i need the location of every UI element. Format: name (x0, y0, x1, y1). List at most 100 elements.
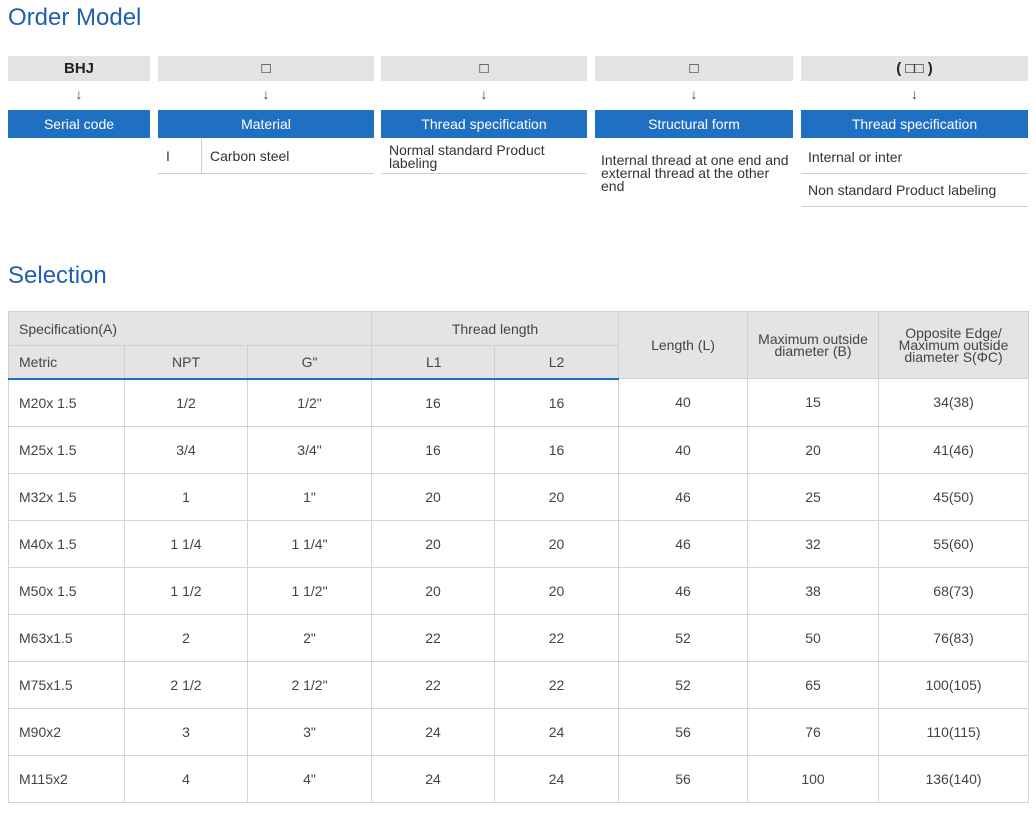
material-name: Carbon steel (210, 148, 290, 164)
table-cell: 2 (124, 613, 248, 662)
label-structural-form: Structural form (595, 110, 793, 138)
table-row: M90x2 3 3" 24 24 56 76 110(115) (8, 707, 1030, 756)
table-cell: 3/4" (246, 425, 373, 474)
table-row: M50x 1.5 1 1/2 1 1/2" 20 20 46 38 68(73) (8, 566, 1030, 615)
table-row: M25x 1.5 3/4 3/4" 16 16 40 20 41(46) (8, 425, 1030, 474)
table-cell: 3" (246, 707, 373, 756)
header-length: Length (L) (618, 311, 749, 379)
arrow-down-icon: ↓ (911, 86, 918, 102)
header-metric: Metric (8, 345, 125, 380)
table-cell: 56 (618, 754, 749, 803)
table-row: M40x 1.5 1 1/4 1 1/4" 20 20 46 32 55(60) (8, 519, 1030, 568)
selection-title: Selection (8, 262, 107, 289)
thread-spec-underline (381, 173, 587, 174)
thread-spec2-option-2: Non standard Product labeling (808, 182, 997, 198)
arrow-down-icon: ↓ (480, 86, 488, 102)
table-cell: 3 (124, 707, 248, 756)
table-cell: 38 (747, 566, 880, 615)
table-cell: 50 (747, 613, 880, 662)
table-cell: M115x2 (8, 754, 125, 803)
table-cell: 1 1/2 (124, 566, 248, 615)
table-cell: 45(50) (878, 472, 1030, 521)
header-thread-length: Thread length (371, 311, 620, 346)
table-cell: 24 (371, 754, 496, 803)
table-cell: 41(46) (878, 425, 1030, 474)
table-cell: 2 1/2 (124, 660, 248, 709)
label-serial-code: Serial code (8, 110, 150, 138)
table-cell: 16 (494, 425, 620, 474)
table-cell: M90x2 (8, 707, 125, 756)
table-cell: 16 (371, 425, 496, 474)
table-cell: 22 (494, 660, 620, 709)
table-cell: 2 1/2" (246, 660, 373, 709)
table-cell: 100 (747, 754, 880, 803)
table-row: M20x 1.5 1/2 1/2" 16 16 40 15 34(38) (8, 378, 1030, 427)
table-cell: 20 (494, 472, 620, 521)
header-g: G" (246, 345, 373, 380)
table-cell: M25x 1.5 (8, 425, 125, 474)
table-cell: 136(140) (878, 754, 1030, 803)
table-cell: 100(105) (878, 660, 1030, 709)
structural-option: Internal thread at one end and external … (601, 152, 789, 194)
label-thread-spec: Thread specification (381, 110, 587, 138)
table-cell: 52 (618, 613, 749, 662)
table-cell: 20 (494, 566, 620, 615)
table-cell: 1 1/2" (246, 566, 373, 615)
table-cell: 4 (124, 754, 248, 803)
order-model-title: Order Model (8, 4, 142, 31)
code-thread-spec-2: ( □□ ) (801, 56, 1028, 81)
thread-spec2-underline (801, 206, 1028, 207)
material-divider (201, 139, 202, 173)
code-structural: □ (595, 56, 793, 81)
table-cell: M50x 1.5 (8, 566, 125, 615)
table-cell: 1 (124, 472, 248, 521)
arrow-down-icon: ↓ (690, 86, 698, 102)
table-cell: 56 (618, 707, 749, 756)
table-cell: 2" (246, 613, 373, 662)
table-cell: 22 (494, 613, 620, 662)
header-npt: NPT (124, 345, 248, 380)
table-cell: 76(83) (878, 613, 1030, 662)
table-cell: 15 (747, 378, 880, 427)
table-cell: M32x 1.5 (8, 472, 125, 521)
table-row: M75x1.5 2 1/2 2 1/2" 22 22 52 65 100(105) (8, 660, 1030, 709)
table-cell: 52 (618, 660, 749, 709)
table-cell: 1" (246, 472, 373, 521)
table-cell: 32 (747, 519, 880, 568)
table-cell: 40 (618, 425, 749, 474)
table-cell: 40 (618, 378, 749, 427)
table-cell: M75x1.5 (8, 660, 125, 709)
table-cell: 16 (371, 378, 496, 427)
table-cell: M63x1.5 (8, 613, 125, 662)
table-cell: 22 (371, 660, 496, 709)
arrow-down-icon: ↓ (262, 86, 270, 102)
table-cell: 24 (494, 707, 620, 756)
header-l1: L1 (371, 345, 496, 380)
label-material: Material (158, 110, 374, 138)
table-cell: 3/4 (124, 425, 248, 474)
table-cell: 16 (494, 378, 620, 427)
table-cell: 25 (747, 472, 880, 521)
arrow-down-icon: ↓ (75, 86, 83, 102)
label-thread-spec-2: Thread specification (801, 110, 1028, 138)
table-cell: 24 (371, 707, 496, 756)
selection-table: Specification(A) Thread length Length (L… (7, 311, 1030, 803)
table-row: M32x 1.5 1 1" 20 20 46 25 45(50) (8, 472, 1030, 521)
code-thread-spec: □ (381, 56, 587, 81)
table-cell: 20 (371, 472, 496, 521)
table-cell: 1 1/4 (124, 519, 248, 568)
table-cell: 1/2" (246, 378, 373, 427)
table-cell: 46 (618, 519, 749, 568)
table-cell: 55(60) (878, 519, 1030, 568)
code-serial: BHJ (8, 56, 150, 81)
header-opposite-edge: Opposite Edge/ Maximum outside diameter … (878, 311, 1030, 379)
thread-spec-option: Normal standard Product labeling (389, 142, 545, 171)
table-cell: 46 (618, 566, 749, 615)
table-cell: 22 (371, 613, 496, 662)
table-cell: 46 (618, 472, 749, 521)
table-cell: 1/2 (124, 378, 248, 427)
table-row: M63x1.5 2 2" 22 22 52 50 76(83) (8, 613, 1030, 662)
table-cell: 34(38) (878, 378, 1030, 427)
table-cell: 65 (747, 660, 880, 709)
table-cell: 20 (371, 566, 496, 615)
